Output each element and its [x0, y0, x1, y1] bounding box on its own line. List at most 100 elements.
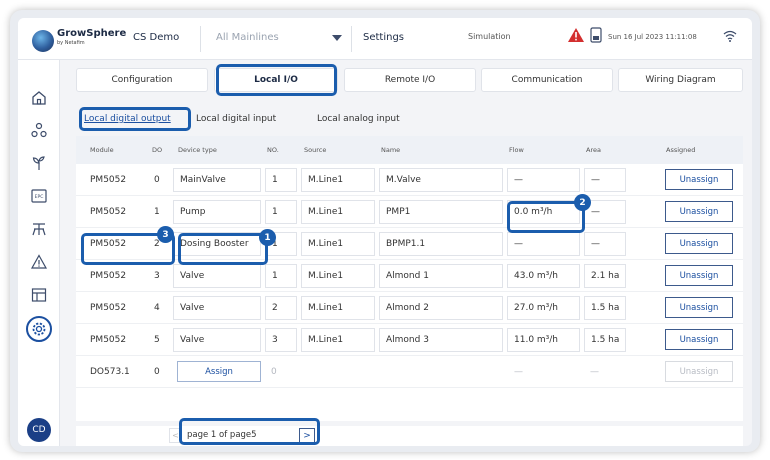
source-field[interactable]: M.Line1 [301, 328, 375, 352]
cell-module: PM5052 [90, 207, 127, 217]
cell-do: 0 [154, 367, 160, 377]
no-field[interactable]: 3 [265, 328, 297, 352]
area-field[interactable]: 1.5 ha [584, 296, 626, 320]
no-field[interactable]: 1 [265, 264, 297, 288]
globe-logo-icon [32, 30, 54, 52]
col-device-type: Device type [178, 146, 217, 154]
avatar[interactable]: CD [27, 418, 51, 442]
fields-icon[interactable] [29, 120, 49, 140]
cell-module: PM5052 [90, 271, 127, 281]
app-screen: GrowSphere by Netafim CS Demo All Mainli… [18, 18, 752, 446]
divider [200, 26, 201, 52]
chevron-down-icon[interactable] [332, 35, 342, 41]
name-field[interactable]: Almond 3 [379, 328, 503, 352]
name-field[interactable]: Almond 2 [379, 296, 503, 320]
home-icon[interactable] [29, 88, 49, 108]
svg-text:EPC: EPC [35, 194, 44, 200]
subtab-local-digital-input[interactable]: Local digital input [196, 114, 276, 124]
flow-field[interactable]: — [507, 168, 580, 192]
no-field[interactable]: 1 [265, 200, 297, 224]
pagination-bar: < page 1 of page5 > [76, 426, 743, 446]
area-field[interactable]: — [584, 232, 626, 256]
name-field[interactable]: BPMP1.1 [379, 232, 503, 256]
flow-field[interactable]: 11.0 m³/h [507, 328, 580, 352]
project-name[interactable]: CS Demo [133, 32, 179, 43]
table-icon[interactable] [29, 285, 49, 305]
table-row: PM5052 4 Valve 2 M.Line1 Almond 2 27.0 m… [76, 292, 743, 324]
tablet-frame: GrowSphere by Netafim CS Demo All Mainli… [10, 10, 760, 452]
cell-do: 0 [154, 175, 160, 185]
irrigation-icon[interactable] [29, 219, 49, 239]
highlight-pagination [179, 418, 320, 445]
highlight-local-io [216, 64, 337, 96]
source-field[interactable]: M.Line1 [301, 264, 375, 288]
tab-communication[interactable]: Communication [481, 68, 613, 92]
unassign-button[interactable]: Unassign [665, 233, 733, 254]
device-type-field[interactable]: Valve [173, 296, 261, 320]
unassign-button[interactable]: Unassign [665, 169, 733, 190]
wifi-icon [723, 30, 737, 42]
logo-text: GrowSphere [57, 28, 127, 39]
cell-do: 1 [154, 207, 160, 217]
source-field[interactable]: M.Line1 [301, 232, 375, 256]
col-assigned: Assigned [666, 146, 696, 154]
warning-icon[interactable] [29, 252, 49, 272]
unassign-button[interactable]: Unassign [665, 329, 733, 350]
device-type-field[interactable]: Pump [173, 200, 261, 224]
unassign-button[interactable]: Unassign [665, 265, 733, 286]
cell-area: — [590, 367, 599, 377]
divider [351, 26, 352, 52]
area-field[interactable]: 2.1 ha [584, 264, 626, 288]
assign-button[interactable]: Assign [177, 361, 261, 382]
growsphere-logo: GrowSphere by Netafim [32, 28, 127, 52]
unassign-button[interactable]: Unassign [665, 297, 733, 318]
plant-icon[interactable] [29, 153, 49, 173]
device-type-field[interactable]: MainValve [173, 168, 261, 192]
table-header: Module DO Device type NO. Source Name Fl… [76, 136, 743, 164]
col-no: NO. [267, 146, 279, 154]
table-row: PM5052 1 Pump 1 M.Line1 PMP1 0.0 m³/h — … [76, 196, 743, 228]
alert-icon[interactable] [567, 27, 585, 43]
callout-badge-1: 1 [259, 229, 276, 246]
table-row: PM5052 0 MainValve 1 M.Line1 M.Valve — —… [76, 164, 743, 196]
flow-field[interactable]: — [507, 232, 580, 256]
no-field[interactable]: 2 [265, 296, 297, 320]
device-status-icon[interactable] [590, 27, 602, 43]
unassign-button[interactable]: Unassign [665, 201, 733, 222]
cell-module: PM5052 [90, 335, 127, 345]
tab-wiring-diagram[interactable]: Wiring Diagram [618, 68, 743, 92]
source-field[interactable]: M.Line1 [301, 200, 375, 224]
highlight-flow [507, 201, 585, 233]
col-area: Area [586, 146, 601, 154]
no-field[interactable]: 1 [265, 168, 297, 192]
tab-configuration[interactable]: Configuration [76, 68, 208, 92]
settings-icon[interactable] [26, 316, 52, 342]
settings-menu[interactable]: Settings [363, 32, 404, 43]
io-table: Module DO Device type NO. Source Name Fl… [76, 136, 743, 421]
name-field[interactable]: Almond 1 [379, 264, 503, 288]
table-row: PM5052 2 Dosing Booster 1 M.Line1 BPMP1.… [76, 228, 743, 260]
epc-icon[interactable]: EPC [29, 186, 49, 206]
subtab-local-analog-input[interactable]: Local analog input [317, 114, 400, 124]
callout-badge-3: 3 [157, 226, 174, 243]
device-type-field[interactable]: Valve [173, 328, 261, 352]
table-row: DO573.1 0 Assign 0 — — Unassign [76, 356, 743, 388]
flow-field[interactable]: 43.0 m³/h [507, 264, 580, 288]
mainline-selector[interactable]: All Mainlines [216, 32, 279, 43]
cell-no: 0 [271, 367, 277, 377]
highlight-device-type [178, 233, 268, 265]
simulation-label[interactable]: Simulation [468, 32, 511, 41]
cell-module: PM5052 [90, 175, 127, 185]
name-field[interactable]: PMP1 [379, 200, 503, 224]
area-field[interactable]: — [584, 168, 626, 192]
name-field[interactable]: M.Valve [379, 168, 503, 192]
table-row: PM5052 5 Valve 3 M.Line1 Almond 3 11.0 m… [76, 324, 743, 356]
source-field[interactable]: M.Line1 [301, 168, 375, 192]
device-type-field[interactable]: Valve [173, 264, 261, 288]
date-time: Sun 16 Jul 2023 11:11:08 [608, 33, 697, 41]
source-field[interactable]: M.Line1 [301, 296, 375, 320]
cell-module: PM5052 [90, 303, 127, 313]
area-field[interactable]: 1.5 ha [584, 328, 626, 352]
tab-remote-io[interactable]: Remote I/O [344, 68, 476, 92]
flow-field[interactable]: 27.0 m³/h [507, 296, 580, 320]
